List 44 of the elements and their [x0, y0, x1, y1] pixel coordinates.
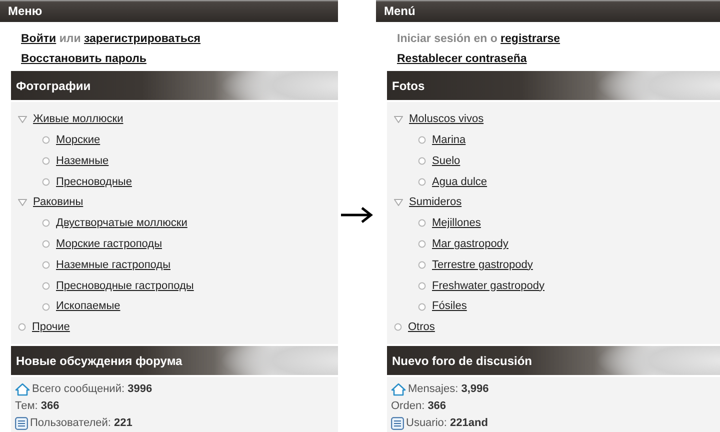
- menu-header: Меню: [0, 0, 338, 22]
- section-header: Nuevo foro de discusión: [387, 346, 720, 375]
- category-link[interactable]: Двустворчатые моллюски: [56, 215, 188, 232]
- category-link[interactable]: Suelo: [432, 152, 460, 170]
- forum-stat: Тем: 366: [15, 399, 60, 414]
- category-link[interactable]: Marina: [432, 132, 466, 148]
- forum-stat: Orden: 366: [391, 399, 446, 414]
- category-link[interactable]: Mejillones: [432, 215, 481, 232]
- category-link[interactable]: Морские: [56, 132, 100, 148]
- auth-text: или: [59, 33, 81, 45]
- category-link[interactable]: Fósiles: [432, 298, 467, 315]
- category-link[interactable]: Otros: [408, 319, 435, 336]
- home-icon: [15, 382, 30, 396]
- category-link[interactable]: Moluscos vivos: [409, 111, 484, 128]
- category-link[interactable]: Sumideros: [409, 194, 462, 211]
- reset-password-link[interactable]: Restablecer contraseña: [397, 53, 527, 65]
- section-header: Фотографии: [11, 71, 338, 100]
- register-link[interactable]: registrarse: [500, 33, 560, 45]
- login-link[interactable]: Войти: [21, 33, 56, 45]
- arrow-icon: [340, 206, 374, 224]
- forum-stat: Пользователей: 221: [30, 416, 132, 432]
- category-link[interactable]: Freshwater gastropody: [432, 278, 544, 294]
- forum-stat: Всего сообщений: 3996: [32, 382, 152, 398]
- register-link[interactable]: зарегистрироваться: [84, 33, 201, 45]
- forum-stat: Mensajes: 3,996: [408, 382, 489, 398]
- category-link[interactable]: Mar gastropody: [432, 236, 508, 252]
- category-link[interactable]: Морские гастроподы: [56, 236, 162, 252]
- category-link[interactable]: Ископаемые: [56, 298, 120, 315]
- reset-password-link[interactable]: Восстановить пароль: [21, 53, 146, 65]
- section-header: Новые обсуждения форума: [11, 346, 338, 375]
- category-link[interactable]: Terrestre gastropody: [432, 256, 533, 274]
- category-link[interactable]: Пресноводные гастроподы: [56, 278, 194, 294]
- menu-header: Menú: [376, 0, 720, 22]
- category-link[interactable]: Прочие: [32, 319, 70, 336]
- category-link[interactable]: Наземные гастроподы: [56, 256, 171, 274]
- section-header: Fotos: [387, 71, 720, 100]
- category-link[interactable]: Agua dulce: [432, 174, 488, 190]
- category-link[interactable]: Раковины: [33, 194, 84, 211]
- category-link[interactable]: Пресноводные: [56, 174, 132, 190]
- forum-stat: Usuario: 221and: [406, 416, 488, 432]
- category-link[interactable]: Наземные: [56, 152, 109, 170]
- home-icon: [391, 382, 406, 396]
- category-link[interactable]: Живые моллюски: [33, 111, 124, 128]
- auth-text: Iniciar sesión en o: [397, 33, 498, 45]
